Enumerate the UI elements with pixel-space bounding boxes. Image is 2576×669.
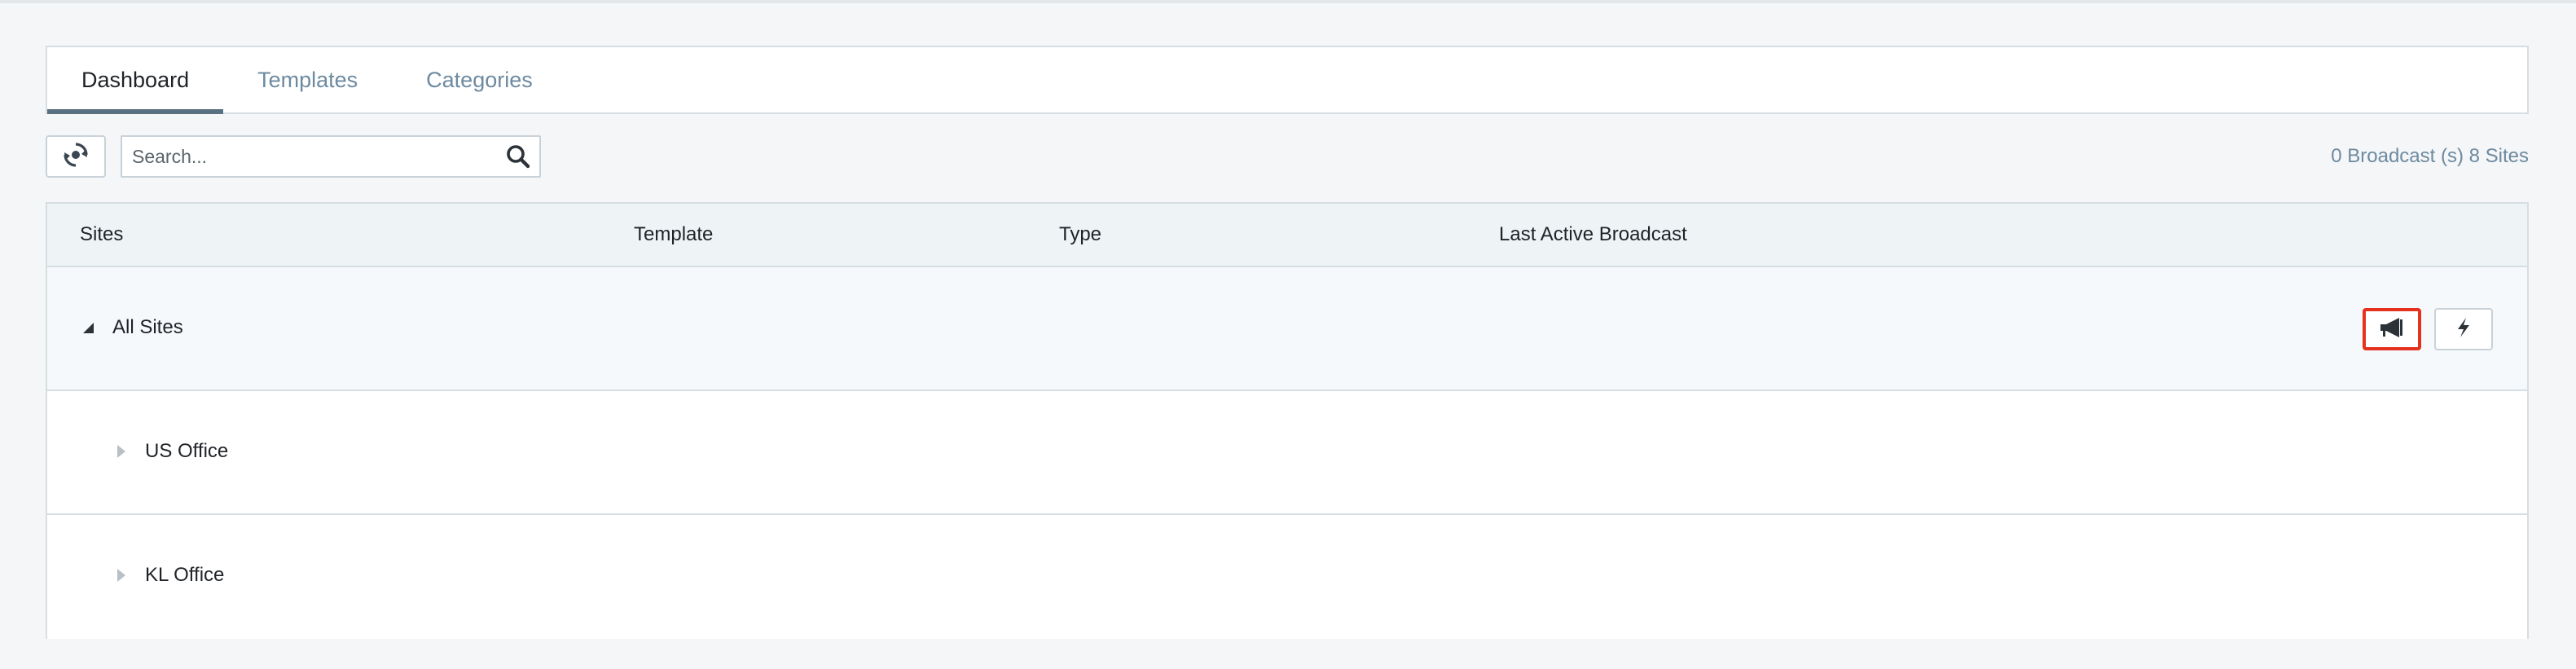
search-icon[interactable] <box>497 137 539 176</box>
search-input[interactable] <box>122 145 497 168</box>
table-header: Sites Template Type Last Active Broadcas… <box>47 204 2527 267</box>
tab-bar: Dashboard Templates Categories <box>46 46 2529 114</box>
sites-table: Sites Template Type Last Active Broadcas… <box>46 202 2529 639</box>
quick-broadcast-button[interactable] <box>2434 308 2493 350</box>
table-row[interactable]: All Sites <box>47 267 2527 391</box>
lightning-icon <box>2454 316 2473 343</box>
refresh-button[interactable] <box>46 135 106 178</box>
megaphone-icon <box>2378 315 2406 344</box>
tab-templates[interactable]: Templates <box>223 47 392 112</box>
caret-down-icon[interactable] <box>80 319 96 336</box>
column-last-active-broadcast[interactable]: Last Active Broadcast <box>1499 223 1687 246</box>
table-row[interactable]: KL Office <box>47 515 2527 639</box>
column-type[interactable]: Type <box>1059 223 1101 246</box>
column-sites[interactable]: Sites <box>80 223 123 246</box>
caret-right-icon[interactable] <box>112 567 129 583</box>
top-border <box>0 0 2576 3</box>
caret-right-icon[interactable] <box>112 443 129 460</box>
row-label-us-office: US Office <box>145 440 229 462</box>
table-row[interactable]: US Office <box>47 391 2527 515</box>
search-box <box>121 135 541 178</box>
row-label-all-sites: All Sites <box>112 316 183 338</box>
column-template[interactable]: Template <box>634 223 713 246</box>
broadcast-button[interactable] <box>2363 308 2421 350</box>
broadcast-summary: 0 Broadcast (s) 8 Sites <box>2331 145 2529 167</box>
tab-dashboard[interactable]: Dashboard <box>47 47 224 114</box>
row-label-kl-office: KL Office <box>145 564 225 586</box>
refresh-icon <box>62 141 90 173</box>
tab-categories[interactable]: Categories <box>392 47 567 112</box>
